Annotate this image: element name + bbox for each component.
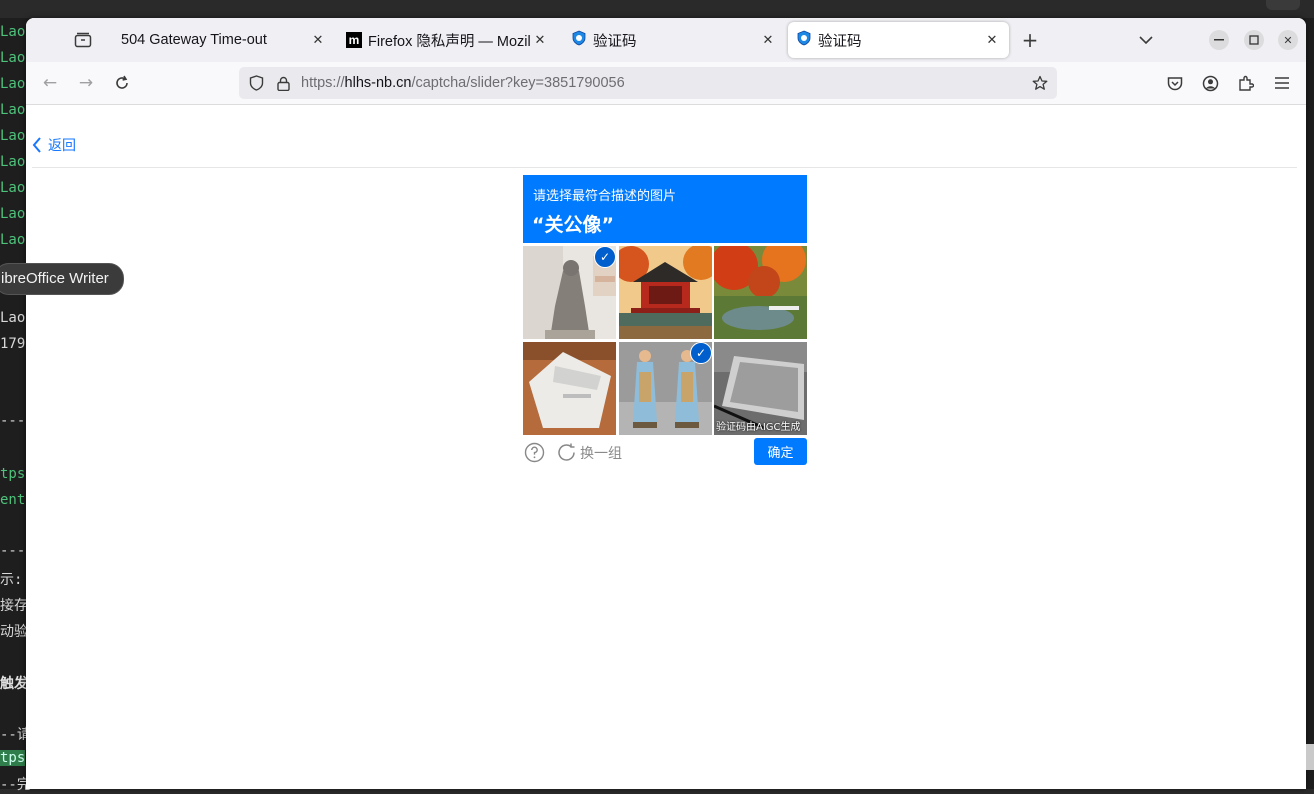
captcha-image-guan-gong-statue[interactable]: ✓ (523, 246, 616, 339)
dock-tooltip: ibreOffice Writer (0, 263, 124, 295)
back-arrow-icon[interactable]: ← (40, 73, 60, 93)
terminal-line: 动验 (0, 624, 28, 640)
tab-title: Firefox 隐私声明 — Mozilla (368, 33, 531, 50)
shield-favicon-icon (796, 30, 812, 50)
help-icon[interactable] (523, 441, 545, 463)
tab-captcha-active[interactable]: 验证码 ✕ (788, 22, 1009, 58)
back-link[interactable]: 返回 (32, 135, 76, 155)
url-domain: hlhs-nb.cn (344, 75, 412, 91)
maximize-icon[interactable] (1244, 30, 1264, 50)
captcha-image-figurines[interactable]: ✓ (619, 342, 712, 435)
url-path: /captcha/slider?key=3851790056 (411, 75, 625, 91)
terminal-line: 接存 (0, 598, 28, 614)
terminal-line: tps (0, 466, 26, 482)
chevron-left-icon (32, 137, 41, 153)
terminal-line: tps (0, 750, 26, 766)
terminal-line: 示: (0, 572, 23, 588)
check-icon: ✓ (594, 246, 616, 268)
url-text[interactable]: https://hlhs-nb.cn/captcha/slider?key=38… (301, 67, 625, 99)
tab-overview-icon[interactable] (72, 29, 94, 51)
new-tab-icon[interactable]: + (1020, 28, 1040, 52)
close-icon[interactable]: ✕ (759, 31, 777, 49)
desktop-top-button (1266, 0, 1300, 10)
forward-arrow-icon[interactable]: → (76, 73, 96, 93)
tab-gateway-timeout[interactable]: 504 Gateway Time-out ✕ (110, 22, 335, 58)
captcha-prompt: 请选择最符合描述的图片 (533, 189, 677, 204)
lock-icon[interactable] (274, 74, 292, 92)
terminal-line: 触发 (0, 676, 28, 692)
tab-title: 504 Gateway Time-out (121, 32, 267, 48)
pocket-icon[interactable] (1165, 73, 1185, 93)
tab-title: 验证码 (818, 33, 862, 50)
close-icon[interactable]: ✕ (531, 31, 549, 49)
bookmark-star-icon[interactable] (1031, 74, 1049, 92)
extensions-icon[interactable] (1236, 73, 1256, 93)
close-icon[interactable]: ✕ (983, 31, 1001, 49)
aigc-watermark: 验证码由AIGC生成 (716, 422, 801, 433)
close-icon[interactable]: ✕ (309, 31, 327, 49)
tab-bar: 504 Gateway Time-out ✕ m Firefox 隐私声明 — … (26, 18, 1306, 62)
captcha-image-autumn-garden[interactable] (714, 246, 807, 339)
shield-favicon-icon (571, 30, 587, 50)
page-content: 返回 请选择最符合描述的图片 “关公像” ✓ ✓ 验证码由AIGC生成 换一组 … (26, 105, 1306, 789)
mozilla-icon: m (346, 32, 362, 48)
confirm-button[interactable]: 确定 (754, 438, 807, 465)
captcha-image-white-bag[interactable] (523, 342, 616, 435)
window-close-icon[interactable]: ✕ (1278, 30, 1298, 50)
divider (32, 167, 1297, 168)
captcha-footer: 换一组 确定 (523, 438, 807, 466)
scrollbar[interactable] (1306, 744, 1314, 770)
tab-title: 验证码 (593, 33, 637, 50)
url-bar[interactable]: https://hlhs-nb.cn/captcha/slider?key=38… (239, 67, 1057, 99)
hamburger-menu-icon[interactable] (1272, 73, 1292, 93)
captcha-widget: 请选择最符合描述的图片 “关公像” ✓ ✓ 验证码由AIGC生成 换一组 确定 (523, 175, 807, 465)
navigation-bar: ← → https://hlhs-nb.cn/captcha/slider?ke… (26, 62, 1306, 105)
url-prefix: https:// (301, 75, 345, 91)
minimize-icon[interactable] (1209, 30, 1229, 50)
refresh-icon[interactable] (555, 441, 577, 463)
chevron-down-icon[interactable] (1136, 30, 1156, 50)
check-icon: ✓ (690, 342, 712, 364)
captcha-image-pavilion[interactable] (619, 246, 712, 339)
captcha-image-tablet-pen[interactable]: 验证码由AIGC生成 (714, 342, 807, 435)
back-label: 返回 (48, 138, 76, 154)
tracking-shield-icon[interactable] (247, 74, 265, 92)
captcha-header: 请选择最符合描述的图片 “关公像” (523, 175, 807, 243)
browser-window: 504 Gateway Time-out ✕ m Firefox 隐私声明 — … (26, 18, 1306, 789)
account-icon[interactable] (1200, 73, 1220, 93)
reload-icon[interactable] (112, 73, 132, 93)
tab-captcha[interactable]: 验证码 ✕ (563, 22, 785, 58)
refresh-label[interactable]: 换一组 (580, 443, 622, 463)
tab-firefox-privacy[interactable]: m Firefox 隐私声明 — Mozilla ✕ (337, 22, 557, 58)
desktop-top-bar (0, 0, 1314, 18)
captcha-target: “关公像” (532, 214, 614, 236)
